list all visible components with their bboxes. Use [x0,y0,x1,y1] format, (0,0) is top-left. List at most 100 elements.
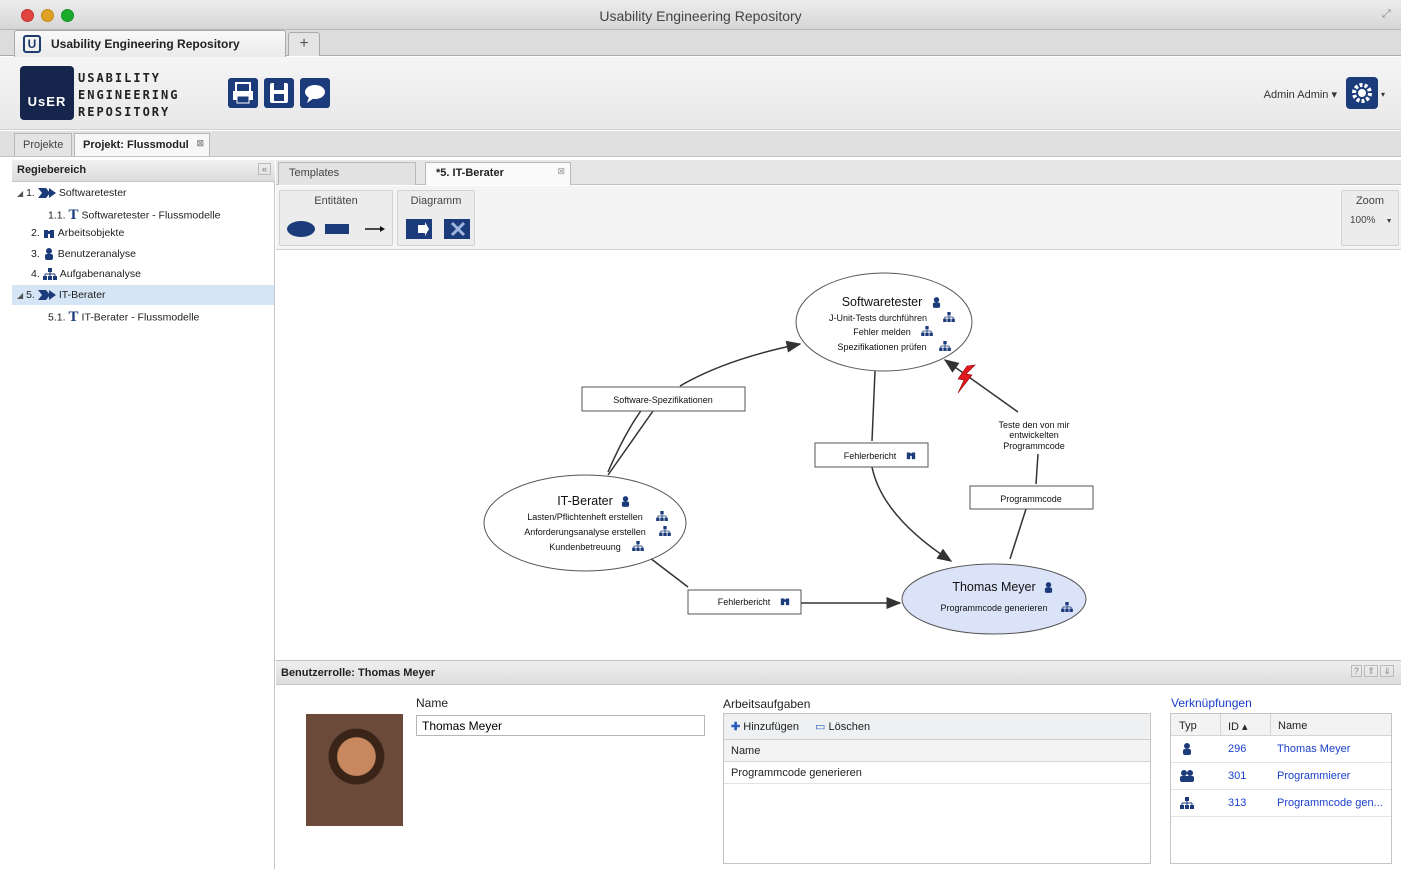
node-task: Spezifikationen prüfen [837,342,926,352]
floppy-disk-icon [270,83,288,103]
ellipse-tool-icon[interactable] [287,221,315,237]
flow-line [1035,453,1039,485]
svg-text:Teste den von mir: Teste den von mir [998,420,1069,430]
tab-it-berater[interactable]: *5. IT-Berater ⊠ [425,162,571,185]
sidebar-item-it-berater-flussmodelle[interactable]: 5.1. T IT-Berater - Flussmodelle [48,309,199,326]
speech-bubble-icon [305,85,325,103]
tab-projekte[interactable]: Projekte [14,133,73,156]
svg-text:Fehlerbericht: Fehlerbericht [844,451,897,461]
zoom-label: Zoom [1355,195,1385,207]
delete-task-button[interactable]: ▭ Löschen [815,720,870,733]
sidebar-item-softwaretester[interactable]: ◢ 1. Softwaretester [17,187,127,199]
flow-line [607,410,654,476]
export-icon[interactable] [406,219,432,239]
chevron-down-icon[interactable]: ▾ [1381,90,1385,99]
tasks-label: Arbeitsaufgaben [723,697,811,711]
gear-icon [1352,83,1372,103]
window-title: Usability Engineering Repository [599,8,802,24]
binoculars-icon [43,230,54,239]
zoom-select[interactable]: 100% ▼ [1350,215,1393,226]
printer-icon [233,82,253,104]
flow-label-fehlerbericht[interactable]: Fehlerbericht [687,589,802,615]
app-icon: U [23,35,41,53]
flow-line [871,370,876,442]
minimize-icon: ⇓ [1380,665,1394,677]
tasks-toolbar: ✚ Hinzufügen ▭ Löschen [724,714,1150,740]
column-name[interactable]: Name [1278,720,1307,732]
tab-projekt-flussmodul[interactable]: Projekt: Flussmodul ⊠ [74,133,210,156]
flow-note[interactable]: Teste den von mir entwickelten Programmc… [998,420,1069,451]
links-label[interactable]: Verknüpfungen [1171,696,1252,710]
tab-templates[interactable]: Templates [278,162,416,185]
print-button[interactable] [228,78,258,108]
sidebar-item-aufgabenanalyse[interactable]: 4. Aufgabenanalyse [31,268,141,281]
flow-label-programmcode[interactable]: Programmcode [969,485,1094,510]
node-title: Softwaretester [842,295,923,309]
app-header [0,57,1401,130]
settings-button[interactable] [1346,77,1378,109]
sidebar [12,160,275,869]
node-task: Programmcode generieren [940,603,1047,613]
node-task: J-Unit-Tests durchführen [829,313,927,323]
flow-arrow [943,359,1019,413]
column-id[interactable]: ID ▴ [1228,720,1248,733]
add-task-button[interactable]: ✚ Hinzufügen [731,720,799,733]
node-task: Fehler melden [853,327,911,337]
help-icon: ? [1350,665,1362,677]
tasks-column-header[interactable]: Name [724,740,1150,762]
palette-entities: Entitäten [279,190,393,246]
sidebar-item-benutzeranalyse[interactable]: 3. Benutzeranalyse [31,248,136,261]
comment-button[interactable] [300,78,330,108]
links-header: Typ ID ▴ Name [1171,714,1391,736]
text-icon: T [68,309,79,325]
close-tab-icon[interactable]: ⊠ [557,166,565,177]
save-button[interactable] [264,78,294,108]
flow-line [649,557,689,588]
node-title: IT-Berater [557,494,613,508]
sidebar-item-arbeitsobjekte[interactable]: 2. Arbeitsobjekte [31,227,124,239]
flow-label-software-spezifikationen[interactable]: Software-Spezifikationen [581,386,746,412]
node-softwaretester[interactable]: Softwaretester J-Unit-Tests durchführen … [795,272,973,372]
user-menu[interactable]: Admin Admin ▾ [1264,88,1337,101]
palette-diagram: Diagramm [397,190,475,246]
minus-icon: ▭ [815,721,826,733]
collapse-sidebar-icon[interactable]: « [257,163,271,175]
diagram-canvas[interactable]: Softwaretester J-Unit-Tests durchführen … [276,251,1401,659]
svg-text:Software-Spezifikationen: Software-Spezifikationen [613,395,713,405]
new-tab-button[interactable]: + [288,32,320,56]
hierarchy-icon [1180,797,1194,809]
expand-triangle-icon: ◢ [17,189,24,198]
svg-text:Fehlerbericht: Fehlerbericht [718,597,771,607]
column-typ[interactable]: Typ [1179,720,1197,732]
users-icon [1180,770,1194,782]
browser-tab[interactable]: U Usability Engineering Repository [14,30,286,57]
node-task: Kundenbetreuung [549,542,621,552]
flow-line [1009,508,1027,560]
flow-icon [37,188,56,199]
svg-text:entwickelten: entwickelten [1009,430,1059,440]
sidebar-item-softwaretester-flussmodelle[interactable]: 1.1. T Softwaretester - Flussmodelle [48,207,220,224]
table-row[interactable]: Programmcode generieren [724,762,1150,784]
flow-label-fehlerbericht[interactable]: Fehlerbericht [814,442,929,468]
rectangle-tool-icon[interactable] [325,224,349,234]
table-row[interactable]: 301 Programmierer [1171,763,1391,790]
svg-text:Programmcode: Programmcode [1000,494,1062,504]
properties-header: Benutzerrolle: Thomas Meyer ? ⇑ ⇓ [276,660,1401,685]
flow-icon [37,290,56,301]
close-tab-icon[interactable]: ⊠ [196,138,204,149]
table-row[interactable]: 296 Thomas Meyer [1171,736,1391,763]
name-field[interactable] [416,715,705,736]
delete-diagram-icon[interactable] [444,219,470,239]
node-task: Lasten/Pflichtenheft erstellen [527,512,643,522]
panel-controls[interactable]: ? ⇑ ⇓ [1350,665,1394,677]
text-icon: T [68,207,79,223]
node-thomas-meyer[interactable]: Thomas Meyer Programmcode generieren [901,563,1087,635]
hierarchy-icon [42,268,57,281]
fullscreen-icon[interactable]: ⤢ [1382,8,1391,21]
node-it-berater[interactable]: IT-Berater Lasten/Pflichtenheft erstelle… [483,474,687,572]
palette-zoom: Zoom 100% ▼ [1341,190,1399,246]
sidebar-item-it-berater[interactable]: ◢ 5. IT-Berater [17,289,106,301]
table-row[interactable]: 313 Programmcode gen... [1171,790,1391,817]
browser-tab-label: Usability Engineering Repository [51,37,240,51]
arrow-tool-icon[interactable] [365,226,385,232]
